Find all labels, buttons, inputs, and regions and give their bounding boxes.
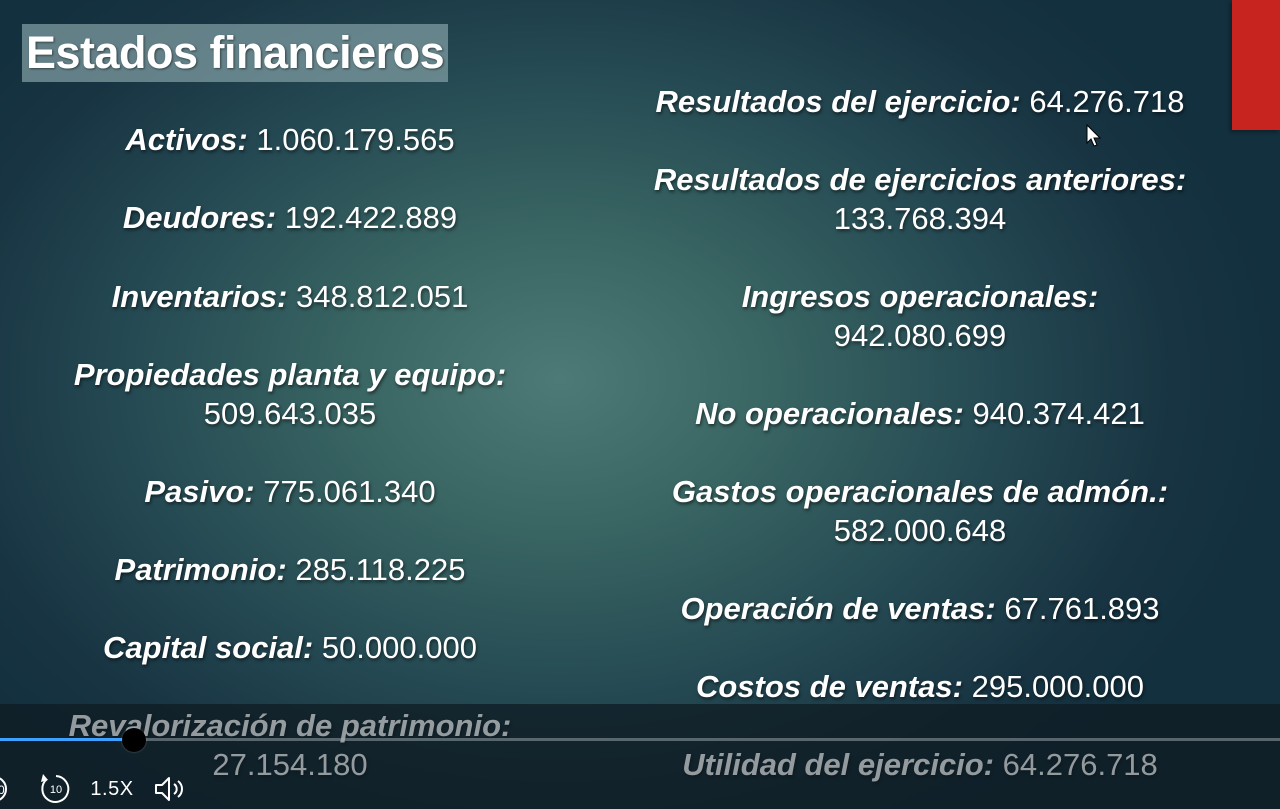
item-propiedades: Propiedades planta y equipo: 509.643.035 xyxy=(20,355,560,433)
item-label: Pasivo: xyxy=(144,474,255,509)
red-accent-tab xyxy=(1232,0,1280,130)
item-label: Ingresos operacionales: xyxy=(741,279,1099,314)
item-value: 133.768.394 xyxy=(833,201,1007,236)
item-value: 50.000.000 xyxy=(321,630,477,665)
rewind-seconds-label: 10 xyxy=(50,784,62,796)
item-no-operacionales: No operacionales: 940.374.421 xyxy=(640,394,1200,433)
item-value: 509.643.035 xyxy=(203,396,377,431)
item-label: Patrimonio: xyxy=(114,552,287,587)
item-label: Utilidad del ejercicio: xyxy=(682,747,995,782)
item-value: 348.812.051 xyxy=(295,279,469,314)
item-ingresos-operacionales: Ingresos operacionales: 942.080.699 xyxy=(640,277,1200,355)
volume-icon xyxy=(155,777,183,801)
title-box: Estados financieros xyxy=(22,24,449,82)
item-label: Resultados del ejercicio: xyxy=(655,84,1021,119)
seek-thumb[interactable] xyxy=(122,728,146,752)
svg-text:0: 0 xyxy=(0,783,5,797)
item-label: Deudores: xyxy=(122,200,277,235)
item-resultados-ejercicio: Resultados del ejercicio: 64.276.718 xyxy=(640,82,1200,121)
item-value: 582.000.648 xyxy=(833,513,1007,548)
rewind-10-icon: 10 xyxy=(41,774,70,803)
slide-title: Estados financieros xyxy=(26,27,445,78)
item-label: No operacionales: xyxy=(695,396,964,431)
item-value: 67.761.893 xyxy=(1004,591,1160,626)
volume-button[interactable] xyxy=(150,772,190,806)
speed-button[interactable]: 1.5X xyxy=(88,772,136,806)
item-value: 192.422.889 xyxy=(284,200,458,235)
item-label: Gastos operacionales de admón.: xyxy=(671,474,1169,509)
item-deudores: Deudores: 192.422.889 xyxy=(20,198,560,237)
play-icon: 0 xyxy=(0,777,7,801)
rewind-10-button[interactable]: 10 xyxy=(36,772,76,806)
item-capital-social: Capital social: 50.000.000 xyxy=(20,628,560,667)
item-operacion-ventas: Operación de ventas: 67.761.893 xyxy=(640,589,1200,628)
item-value: 775.061.340 xyxy=(263,474,436,509)
item-costos-ventas: Costos de ventas: 295.000.000 xyxy=(640,667,1200,706)
item-label: Activos: xyxy=(125,122,248,157)
item-value: 295.000.000 xyxy=(971,669,1145,704)
item-inventarios: Inventarios: 348.812.051 xyxy=(20,277,560,316)
item-value: 64.276.718 xyxy=(1029,84,1185,119)
item-label: Resultados de ejercicios anteriores: xyxy=(653,162,1187,197)
item-label: Inventarios: xyxy=(111,279,288,314)
item-resultados-anteriores: Resultados de ejercicios anteriores: 133… xyxy=(640,160,1200,238)
item-label: Capital social: xyxy=(103,630,314,665)
item-patrimonio: Patrimonio: 285.118.225 xyxy=(20,550,560,589)
mouse-cursor-icon xyxy=(1086,124,1102,147)
item-value: 285.118.225 xyxy=(295,552,466,587)
item-value: 1.060.179.565 xyxy=(256,122,455,157)
item-label: Propiedades planta y equipo: xyxy=(73,357,507,392)
item-label: Costos de ventas: xyxy=(695,669,963,704)
seek-progress xyxy=(0,738,134,741)
item-utilidad-ejercicio: Utilidad del ejercicio: 64.276.718 xyxy=(640,745,1200,784)
item-value: 942.080.699 xyxy=(833,318,1007,353)
item-gastos-operacionales: Gastos operacionales de admón.: 582.000.… xyxy=(640,472,1200,550)
item-value: 64.276.718 xyxy=(1002,747,1158,782)
item-activos: Activos: 1.060.179.565 xyxy=(20,120,560,159)
play-button[interactable]: 0 xyxy=(0,772,20,806)
item-value: 940.374.421 xyxy=(972,396,1145,431)
seek-track[interactable] xyxy=(0,738,1280,741)
item-label: Operación de ventas: xyxy=(680,591,996,626)
item-pasivo: Pasivo: 775.061.340 xyxy=(20,472,560,511)
